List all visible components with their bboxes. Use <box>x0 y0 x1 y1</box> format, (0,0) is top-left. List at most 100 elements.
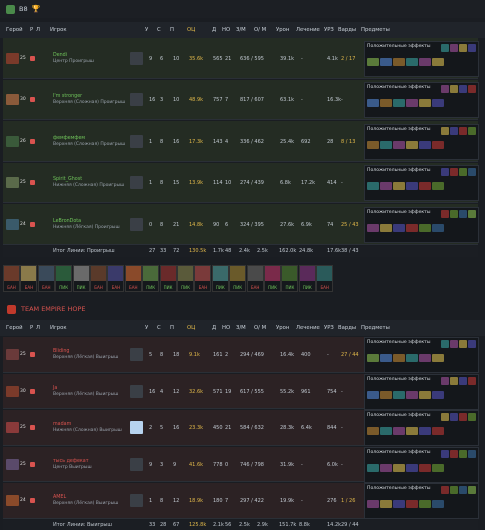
item-slot[interactable] <box>367 390 379 399</box>
item-slot[interactable] <box>380 354 392 363</box>
item-slot[interactable] <box>367 500 379 509</box>
item-slot[interactable] <box>393 182 405 191</box>
item-slot[interactable] <box>380 223 392 232</box>
item-slot[interactable] <box>393 57 405 66</box>
draft-card[interactable]: ПИК <box>229 265 247 292</box>
item-slot[interactable] <box>406 354 418 363</box>
item-slot[interactable] <box>367 427 379 436</box>
item-slot[interactable] <box>380 57 392 66</box>
item-slot[interactable] <box>432 140 444 149</box>
draft-card[interactable]: БАН <box>124 265 142 292</box>
item-slot[interactable] <box>406 463 418 472</box>
col-header-xpm[interactable]: О/ М <box>254 27 266 33</box>
item-slot[interactable] <box>367 140 379 149</box>
player-row[interactable]: 30 Ja Верхняя (Лёгкая) Выигрыш 16 4 12 32.6k 57… <box>3 373 479 410</box>
hero-portrait[interactable] <box>6 458 19 470</box>
item-slot[interactable] <box>406 57 418 66</box>
item-slot[interactable] <box>406 500 418 509</box>
item-slot[interactable] <box>406 223 418 232</box>
col-header-networth[interactable]: Д <box>212 27 216 33</box>
draft-card[interactable]: БАН <box>194 265 212 292</box>
player-row[interactable]: 25 Bliding Верхняя (Лёгкая) Выигрыш 5 8 18 9.1… <box>3 337 479 374</box>
item-slot[interactable] <box>432 500 444 509</box>
col-header-ranked[interactable]: ОЦ <box>187 27 195 33</box>
player-row[interactable]: 24 AMEL Верхняя (Лёгкая) Выигрыш 1 8 12 18.9k 1… <box>3 483 479 520</box>
col-header-bldg[interactable]: УРЗ <box>324 27 334 33</box>
item-slot[interactable] <box>393 223 405 232</box>
item-slot[interactable] <box>380 182 392 191</box>
player-avatar[interactable] <box>130 51 143 65</box>
item-slot[interactable] <box>380 99 392 108</box>
col-header-damage[interactable]: Урон <box>276 325 289 331</box>
draft-card[interactable]: ПИК <box>159 265 177 292</box>
player-avatar[interactable] <box>130 421 143 435</box>
hero-portrait[interactable] <box>6 94 19 106</box>
col-header-networth[interactable]: Д <box>212 325 216 331</box>
item-slot[interactable] <box>419 57 431 66</box>
col-header-d[interactable]: С <box>157 27 161 33</box>
item-slot[interactable] <box>367 182 379 191</box>
player-name[interactable]: Bliding <box>53 349 69 354</box>
item-slot[interactable] <box>380 463 392 472</box>
item-slot[interactable] <box>419 99 431 108</box>
item-slot[interactable] <box>419 223 431 232</box>
col-header-role[interactable]: Р <box>30 27 33 33</box>
col-header-ranked[interactable]: ОЦ <box>187 325 195 331</box>
item-slot[interactable] <box>406 99 418 108</box>
draft-card[interactable]: БАН <box>316 265 334 292</box>
player-avatar[interactable] <box>130 494 143 508</box>
item-slot[interactable] <box>419 140 431 149</box>
col-header-lane[interactable]: Л <box>36 27 40 33</box>
hero-portrait[interactable] <box>6 495 19 507</box>
draft-card[interactable]: ПИК <box>142 265 160 292</box>
col-header-damage[interactable]: Урон <box>276 27 289 33</box>
player-avatar[interactable] <box>130 176 143 190</box>
item-slot[interactable] <box>419 390 431 399</box>
col-header-gpm[interactable]: З/М <box>236 27 246 33</box>
col-header-wards[interactable]: Варды <box>338 27 356 33</box>
hero-portrait[interactable] <box>6 385 19 397</box>
player-row[interactable]: 25 тысь дефекат Центр Выигрыш 9 3 9 41.6k 778 0 7… <box>3 446 479 483</box>
item-slot[interactable] <box>380 427 392 436</box>
col-header-gpm[interactable]: З/М <box>236 325 246 331</box>
col-header-items[interactable]: Предметы <box>361 325 390 331</box>
hero-portrait[interactable] <box>6 52 19 64</box>
item-slot[interactable] <box>432 390 444 399</box>
col-header-hero[interactable]: Герой <box>6 325 23 331</box>
draft-card[interactable]: БАН <box>20 265 38 292</box>
player-name[interactable]: I'm stronger <box>53 94 82 99</box>
draft-card[interactable]: ПИК <box>211 265 229 292</box>
draft-card[interactable]: ПИК <box>281 265 299 292</box>
item-slot[interactable] <box>393 427 405 436</box>
draft-card[interactable]: ПИК <box>72 265 90 292</box>
player-row[interactable]: 30 I'm stronger Верхняя (Сложная) Проигрыш… <box>3 79 479 120</box>
player-name[interactable]: Dendi <box>53 53 67 58</box>
hero-portrait[interactable] <box>6 135 19 147</box>
item-slot[interactable] <box>432 427 444 436</box>
item-slot[interactable] <box>380 500 392 509</box>
player-avatar[interactable] <box>130 217 143 231</box>
item-slot[interactable] <box>367 354 379 363</box>
player-avatar[interactable] <box>130 457 143 471</box>
hero-portrait[interactable] <box>6 349 19 361</box>
col-header-nw_short[interactable]: НО <box>222 27 230 33</box>
item-slot[interactable] <box>393 140 405 149</box>
top-team-name[interactable]: B8 <box>19 5 28 13</box>
item-slot[interactable] <box>393 99 405 108</box>
col-header-heal[interactable]: Лечение <box>296 27 320 33</box>
item-slot[interactable] <box>432 463 444 472</box>
item-slot[interactable] <box>367 463 379 472</box>
player-name[interactable]: AMEL <box>53 495 66 500</box>
col-header-xpm[interactable]: О/ М <box>254 325 266 331</box>
hero-portrait[interactable] <box>6 422 19 434</box>
col-header-bldg[interactable]: УРЗ <box>324 325 334 331</box>
bottom-team-name[interactable]: TEAM EMPIRE HOPE <box>21 305 85 313</box>
item-slot[interactable] <box>380 140 392 149</box>
draft-card[interactable]: БАН <box>246 265 264 292</box>
item-slot[interactable] <box>419 463 431 472</box>
item-slot[interactable] <box>393 463 405 472</box>
col-header-items[interactable]: Предметы <box>361 27 390 33</box>
item-slot[interactable] <box>367 99 379 108</box>
hero-portrait[interactable] <box>6 218 19 230</box>
item-slot[interactable] <box>406 390 418 399</box>
